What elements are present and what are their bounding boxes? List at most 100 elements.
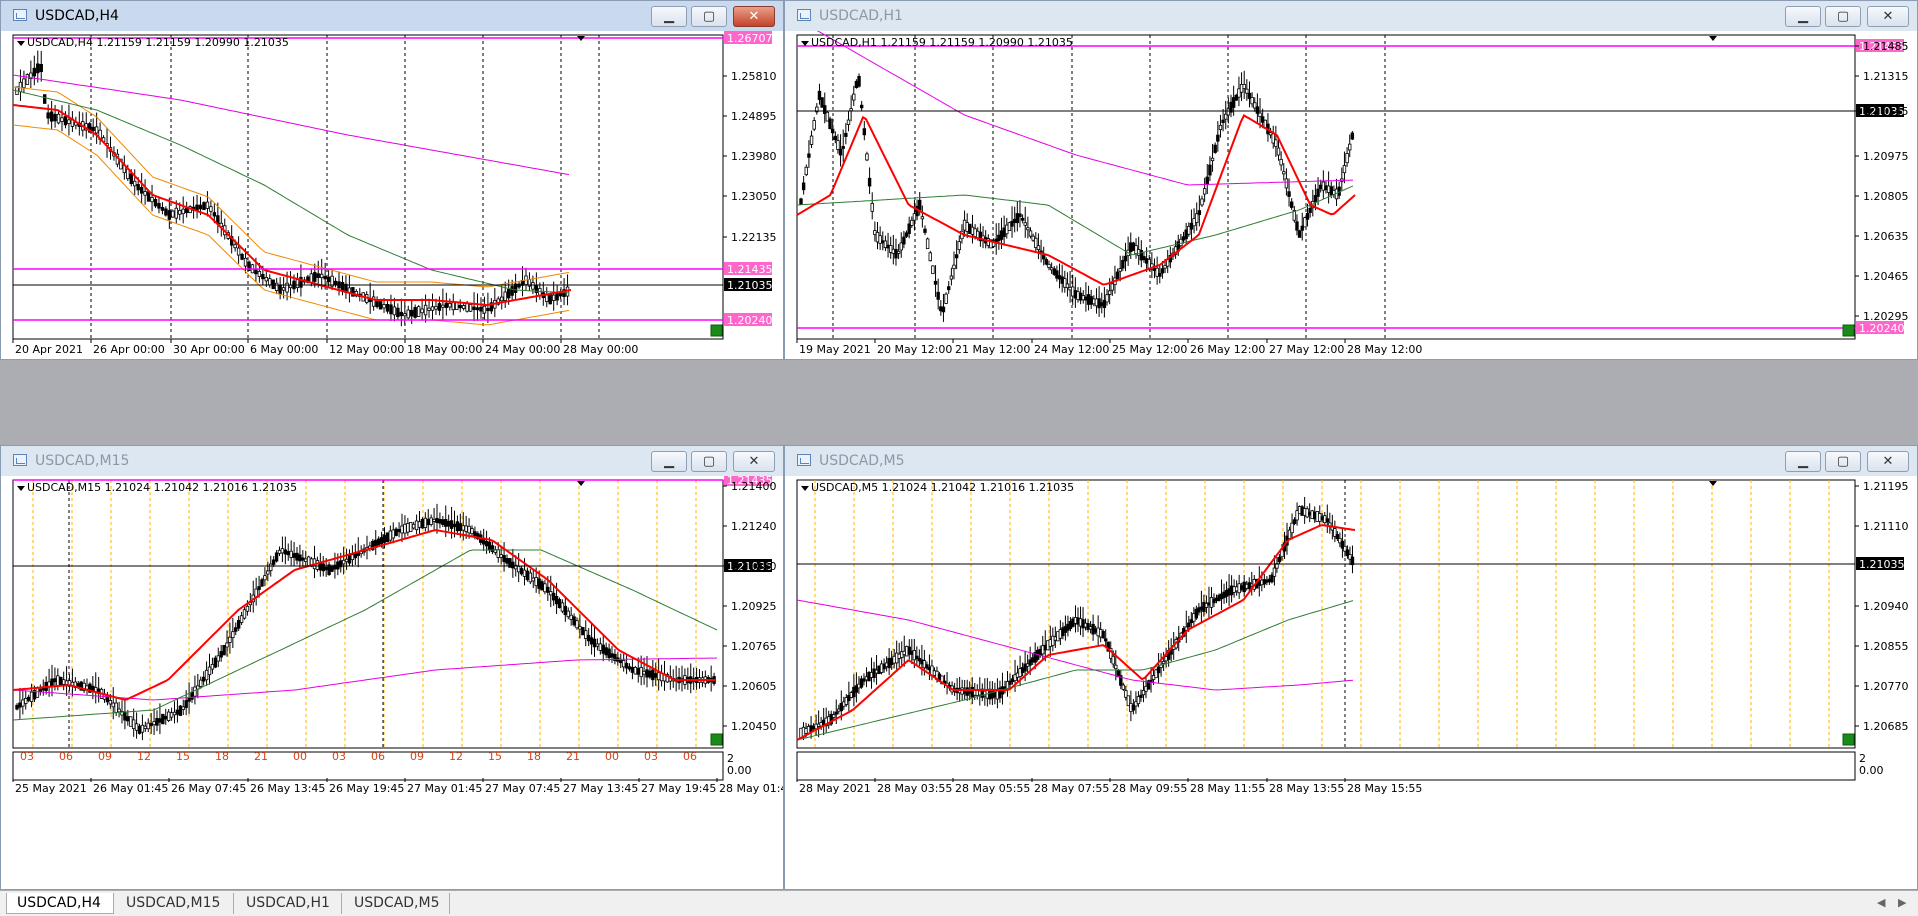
level-tag-label: 1.26707 [727, 32, 773, 45]
candle-body [94, 126, 99, 134]
price-axis-label: 1.24895 [731, 110, 777, 123]
current-price-label: 1.21035 [727, 279, 773, 292]
candle-body [239, 615, 244, 623]
price-chart[interactable]: 1.21035 1.21195 1.21110 1.20940 1.20855 1.207… [785, 476, 1917, 889]
time-axis-label: 28 May 11:55 [1190, 782, 1265, 795]
candle-body [53, 113, 57, 122]
title-bar[interactable]: USDCAD,H4 ▁ ▢ ✕ [1, 1, 783, 31]
candle-body [396, 307, 400, 318]
tab-usdcad-m5[interactable]: USDCAD,M5 [344, 893, 450, 914]
minimize-button[interactable]: ▁ [1785, 451, 1821, 472]
candle-body [430, 306, 435, 311]
candle-body [540, 581, 544, 591]
candle-body [865, 153, 869, 161]
candle-body [852, 93, 856, 101]
time-axis-label: 28 May 15:55 [1347, 782, 1422, 795]
maximize-icon: ▢ [702, 454, 716, 469]
candle-body [150, 197, 154, 203]
chart-canvas[interactable]: 1.26707 1.21435 1.20240 1.21035 1.25810 1.248… [1, 31, 783, 359]
time-axis-label: 27 May 19:45 [641, 782, 716, 795]
tab-usdcad-h4[interactable]: USDCAD,H4 [6, 893, 114, 914]
candle-body [187, 698, 191, 702]
chart-window-usdcad-h1[interactable]: USDCAD,H1 ▁ ▢ ✕ 1.21435 1.20240 1.21035 1.2… [784, 0, 1918, 360]
candle-body [1065, 283, 1070, 289]
close-button[interactable]: ✕ [1867, 6, 1909, 27]
candle-body [1042, 254, 1046, 260]
candle-body [918, 199, 922, 211]
chart-window-usdcad-m5[interactable]: USDCAD,M5 ▁ ▢ ✕ 1.21035 1.21195 1.21110 1.2… [784, 445, 1918, 890]
candle-body [936, 291, 940, 300]
minimize-button[interactable]: ▁ [651, 6, 687, 27]
maximize-button[interactable]: ▢ [1825, 6, 1861, 27]
chart-canvas[interactable]: 1.21035 1.21195 1.21110 1.20940 1.20855 1.207… [785, 476, 1917, 889]
candle-body [292, 553, 296, 558]
candle-body [592, 638, 597, 648]
candle-body [470, 528, 474, 535]
title-bar[interactable]: USDCAD,H1 ▁ ▢ ✕ [785, 1, 1917, 31]
candle-body [1023, 222, 1027, 226]
candle-body [534, 577, 538, 587]
candle-body [382, 304, 386, 309]
candle-body [904, 232, 909, 237]
tab-usdcad-m15[interactable]: USDCAD,M15 [116, 893, 234, 914]
candle-body [46, 112, 50, 119]
title-bar[interactable]: USDCAD,M5 ▁ ▢ ✕ [785, 446, 1917, 476]
candle-body [1255, 106, 1260, 114]
candle-body [1156, 666, 1161, 674]
candle-body [108, 700, 113, 705]
ma-slow-line [12, 657, 718, 701]
candle-body [67, 119, 71, 124]
chart-window-usdcad-h4[interactable]: USDCAD,H4 ▁ ▢ ✕ 1.26707 1.21435 1.20240 1.2… [0, 0, 784, 360]
candle-body [812, 120, 816, 130]
candle-body [651, 669, 655, 681]
minimize-button[interactable]: ▁ [651, 451, 687, 472]
candle-body [1121, 684, 1126, 690]
candle-body [1226, 108, 1231, 116]
chart-window-icon [13, 454, 27, 466]
candle-body [1300, 225, 1304, 231]
tab-usdcad-h1[interactable]: USDCAD,H1 [236, 893, 342, 914]
chart-canvas[interactable]: 1.214351.202401.210351.214851.213151.211… [785, 31, 1917, 359]
candle-body [117, 708, 121, 713]
candle-body [1089, 296, 1093, 305]
candle-body [1325, 518, 1329, 523]
envelope-upper [12, 86, 570, 288]
candle-body [403, 313, 407, 317]
close-button[interactable]: ✕ [1867, 451, 1909, 472]
time-axis-label: 28 May 13:55 [1269, 782, 1344, 795]
maximize-button[interactable]: ▢ [691, 451, 727, 472]
subwindow-scale-label: 0.00 [727, 764, 752, 777]
candle-body [500, 296, 504, 302]
candle-body [581, 627, 585, 636]
price-chart[interactable]: 1.21435 1.21035 1.21400 1.21240 1.21080 1.209… [1, 476, 783, 889]
candle-body [531, 282, 535, 290]
close-button[interactable]: ✕ [733, 451, 775, 472]
candle-body [347, 554, 352, 564]
minimize-button[interactable]: ▁ [1785, 6, 1821, 27]
candle-body [449, 520, 454, 529]
candle-body [25, 74, 30, 85]
candle-body [15, 704, 19, 710]
candle-body [264, 277, 268, 282]
maximize-button[interactable]: ▢ [1825, 451, 1861, 472]
price-chart[interactable]: 1.26707 1.21435 1.20240 1.21035 1.25810 1.248… [1, 31, 783, 359]
candle-body [499, 554, 503, 558]
candle-body [114, 702, 118, 713]
chart-canvas[interactable]: 1.214351.210351.214001.212401.210801.209… [1, 476, 783, 889]
maximize-button[interactable]: ▢ [691, 6, 727, 27]
tab-scroll-left-icon[interactable]: ◀ [1877, 896, 1885, 909]
candle-body [505, 558, 509, 564]
price-chart[interactable]: 1.21435 1.20240 1.21035 1.21485 1.21315 1.211… [785, 31, 1917, 359]
chart-info-marker-icon [17, 41, 25, 46]
title-bar[interactable]: USDCAD,M15 ▁ ▢ ✕ [1, 446, 783, 476]
candle-body [854, 80, 859, 88]
candle-body [274, 282, 279, 292]
price-axis-label: 1.21240 [731, 520, 777, 533]
time-axis-label: 28 May 05:55 [955, 782, 1030, 795]
chart-window-usdcad-m15[interactable]: USDCAD,M15 ▁ ▢ ✕ 1.21435 1.21035 1.21400 1.… [0, 445, 784, 890]
close-button[interactable]: ✕ [733, 6, 775, 27]
candle-body [268, 278, 272, 286]
candle-body [243, 257, 248, 267]
tab-scroll-right-icon[interactable]: ▶ [1898, 896, 1906, 909]
candle-body [899, 242, 903, 251]
